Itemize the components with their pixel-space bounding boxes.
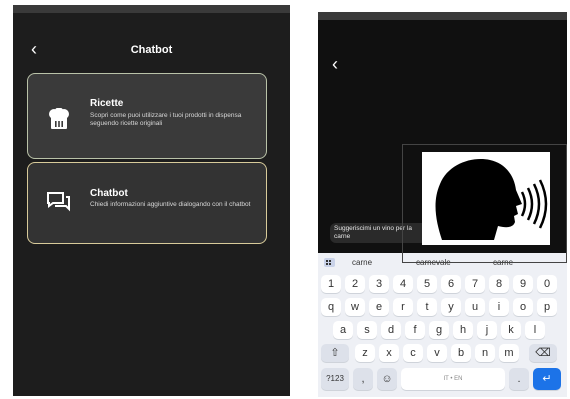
key[interactable]: b — [451, 344, 471, 362]
page-title: Chatbot — [130, 44, 173, 56]
key[interactable]: u — [465, 298, 485, 316]
key[interactable]: 2 — [345, 275, 365, 293]
key[interactable]: d — [381, 321, 401, 339]
key[interactable]: 7 — [465, 275, 485, 293]
key[interactable]: e — [369, 298, 389, 316]
key[interactable]: g — [429, 321, 449, 339]
chevron-left-icon[interactable]: ‹ — [332, 55, 338, 73]
key[interactable]: 5 — [417, 275, 437, 293]
key[interactable]: k — [501, 321, 521, 339]
key[interactable]: x — [379, 344, 399, 362]
key[interactable]: j — [477, 321, 497, 339]
key[interactable]: 6 — [441, 275, 461, 293]
key[interactable]: a — [333, 321, 353, 339]
apps-grid-icon[interactable] — [324, 258, 335, 267]
chatbot-card[interactable]: Chatbot Chiedi informazioni aggiuntive d… — [27, 162, 267, 244]
chat-bubbles-icon — [47, 192, 70, 212]
left-phone-screen: ‹ Chatbot Ricette Scopri come puoi utili… — [13, 5, 290, 396]
key[interactable]: 8 — [489, 275, 509, 293]
key[interactable]: h — [453, 321, 473, 339]
key[interactable]: m — [499, 344, 519, 362]
ricette-card[interactable]: Ricette Scopri come puoi utilizzare i tu… — [27, 73, 267, 159]
key[interactable]: y — [441, 298, 461, 316]
backspace-icon[interactable]: ⌫ — [529, 344, 557, 362]
key[interactable]: n — [475, 344, 495, 362]
key[interactable]: t — [417, 298, 437, 316]
key[interactable]: 9 — [513, 275, 533, 293]
key[interactable]: 0 — [537, 275, 557, 293]
key[interactable]: 3 — [369, 275, 389, 293]
key[interactable]: o — [513, 298, 533, 316]
key[interactable]: p — [537, 298, 557, 316]
card-description: Scopri come puoi utilizzare i tuoi prodo… — [90, 112, 242, 128]
suggestion-item[interactable]: carne — [352, 258, 372, 267]
shift-icon[interactable]: ⇧ — [321, 344, 349, 362]
card-title: Ricette — [90, 98, 124, 109]
status-bar — [318, 12, 567, 20]
card-title: Chatbot — [90, 188, 128, 199]
virtual-keyboard: carne carnevale carne 1 2 3 4 5 6 7 8 9 … — [318, 253, 567, 397]
key[interactable]: 1 — [321, 275, 341, 293]
key[interactable]: l — [525, 321, 545, 339]
key[interactable]: w — [345, 298, 365, 316]
key[interactable]: f — [405, 321, 425, 339]
status-bar — [13, 5, 290, 13]
comma-key[interactable]: , — [353, 368, 373, 390]
chef-hat-icon — [49, 108, 69, 129]
speaking-head-icon — [435, 159, 548, 240]
key[interactable]: c — [403, 344, 423, 362]
key[interactable]: i — [489, 298, 509, 316]
symbols-key[interactable]: ?123 — [321, 368, 349, 390]
card-description: Chiedi informazioni aggiuntive dialogand… — [90, 201, 251, 208]
key[interactable]: 4 — [393, 275, 413, 293]
key[interactable]: r — [393, 298, 413, 316]
enter-arrow-icon[interactable]: ↵ — [533, 368, 561, 390]
key[interactable]: z — [355, 344, 375, 362]
space-bar[interactable]: IT • EN — [401, 368, 505, 390]
key[interactable]: s — [357, 321, 377, 339]
speech-overlay-panel — [422, 152, 550, 245]
key[interactable]: v — [427, 344, 447, 362]
key[interactable]: q — [321, 298, 341, 316]
period-key[interactable]: . — [509, 368, 529, 390]
emoji-icon[interactable]: ☺ — [377, 368, 397, 390]
